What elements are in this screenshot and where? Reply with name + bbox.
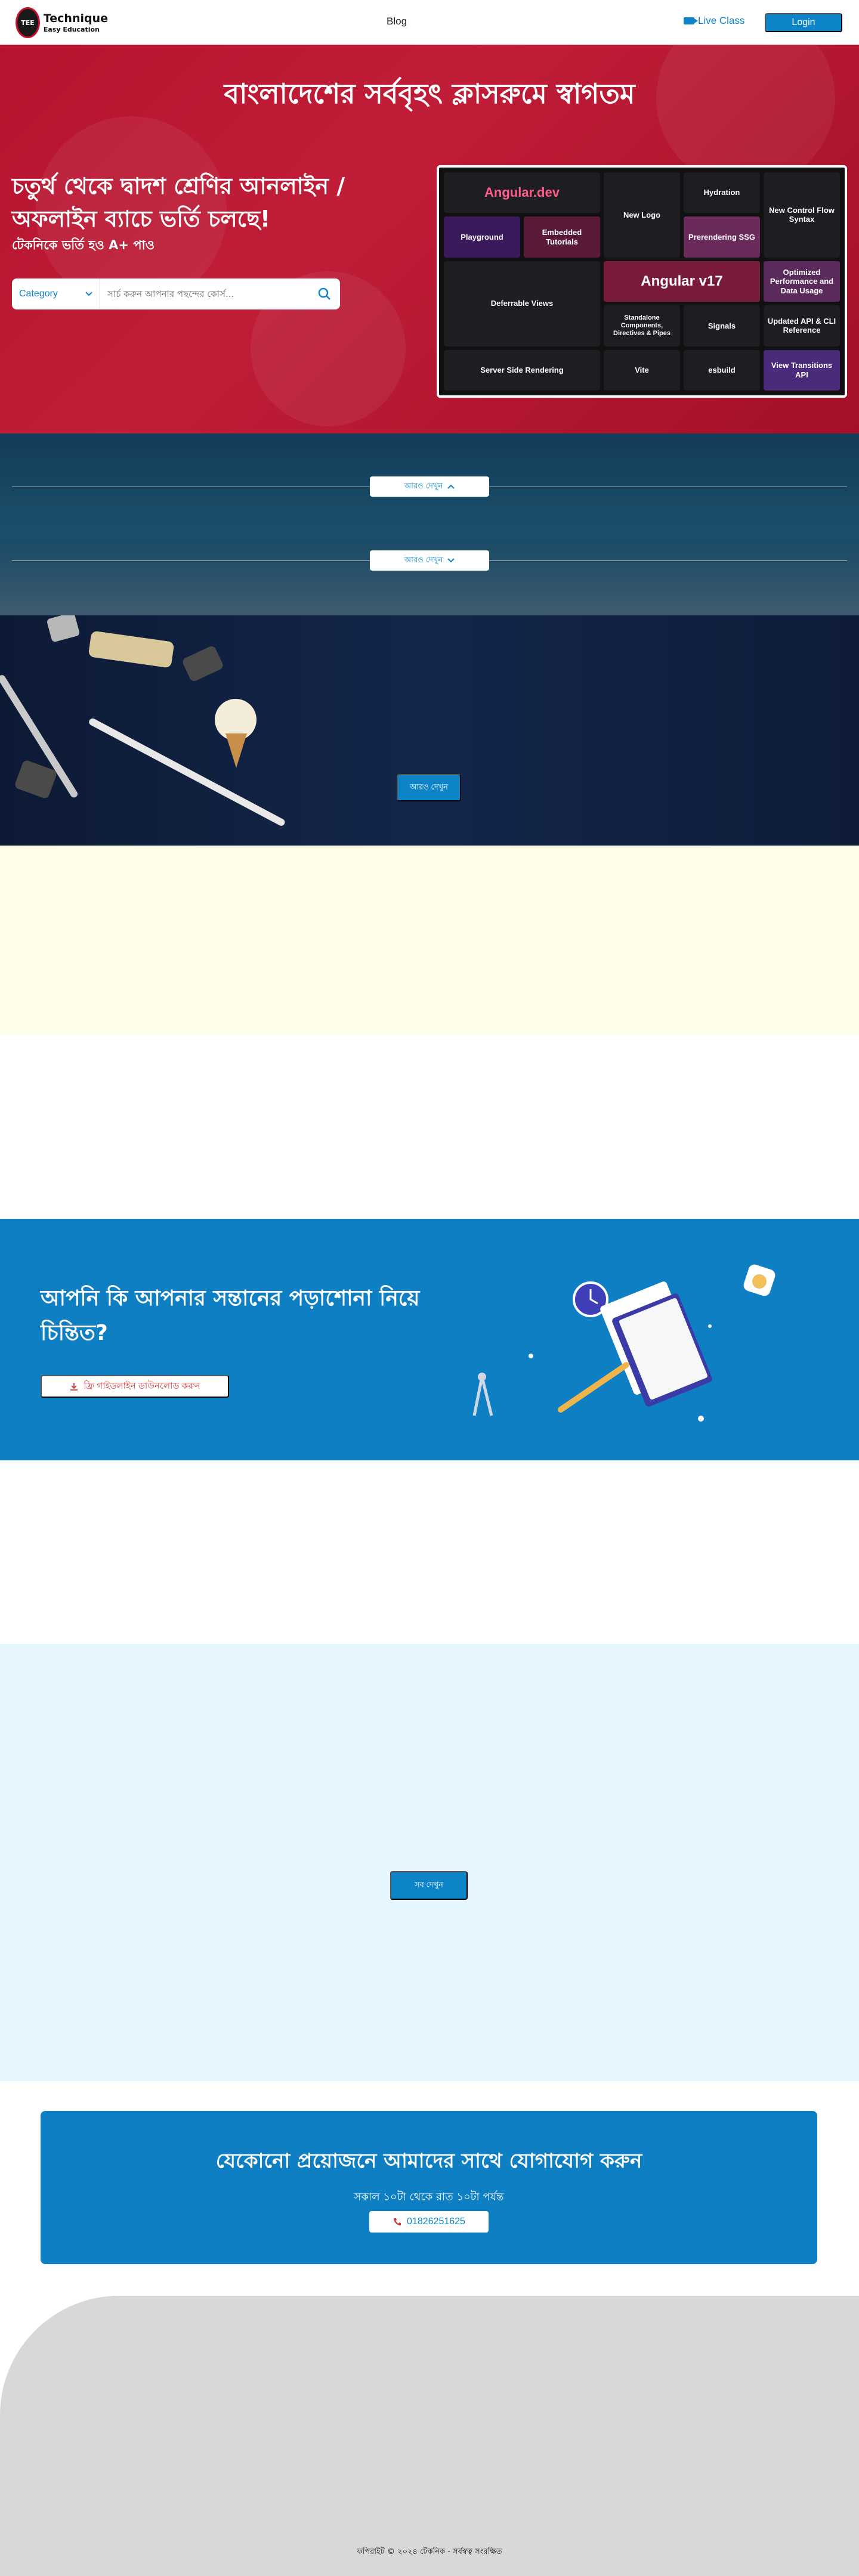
category-select[interactable]: Category xyxy=(12,278,100,309)
washi-tape-decoration xyxy=(88,630,175,668)
site-header: TEE Technique Easy Education Blog Live C… xyxy=(0,0,859,45)
image-tile: Server Side Rendering xyxy=(444,349,600,391)
logo-text: Technique Easy Education xyxy=(44,13,108,33)
image-tile: Updated API & CLI Reference xyxy=(764,305,840,346)
search-icon[interactable] xyxy=(309,278,340,309)
video-camera-icon xyxy=(684,17,698,24)
contact-subtitle: সকাল ১০টা থেকে রাত ১০টা পর্যন্ত xyxy=(354,2191,504,2203)
logo-subtitle: Easy Education xyxy=(43,25,100,33)
image-tile: New Logo xyxy=(604,172,680,258)
copyright-text: কপিরাইট © ২০২৪ টেকনিক - সর্বস্বত্ব সংরক্… xyxy=(357,2547,502,2556)
image-tile: Vite xyxy=(604,349,680,391)
hero-section: বাংলাদেশের সর্ববৃহৎ ক্লাসরুমে স্বাগতম চত… xyxy=(0,45,859,434)
binder-clip-decoration xyxy=(14,759,58,800)
image-tile: Prerendering SSG xyxy=(684,216,760,258)
hero-subheading: টেকনিকে ভর্তি হও A+ পাও xyxy=(12,238,155,252)
show-less-label: আরও দেখুন xyxy=(404,481,443,491)
hero-heading: চতুর্থ থেকে দ্বাদশ শ্রেণির আনলাইন / অফলা… xyxy=(12,173,345,233)
live-class-label: Live Class xyxy=(698,15,745,26)
hero-promo-image: Angular.dev New Logo Hydration New Contr… xyxy=(437,165,847,398)
sky-banner-section: আরও দেখুন আরও দেখুন xyxy=(0,434,859,615)
image-tile: New Control Flow Syntax xyxy=(764,172,840,258)
image-tile: Standalone Components, Directives & Pipe… xyxy=(604,305,680,346)
logo-mark-icon: TEE xyxy=(16,7,40,38)
contact-title: যেকোনো প্রয়োজনে আমাদের সাথে যোগাযোগ করু… xyxy=(215,2149,642,2173)
show-less-button[interactable]: আরও দেখুন xyxy=(370,476,489,497)
category-select-label: Category xyxy=(19,289,58,299)
site-footer: কপিরাইট © ২০২৪ টেকনিক - সর্বস্বত্ব সংরক্… xyxy=(0,2296,859,2576)
pencil-decoration xyxy=(88,717,286,828)
image-tile: Playground xyxy=(444,216,520,258)
image-tile: Embedded Tutorials xyxy=(524,216,600,258)
logo-title: Technique xyxy=(43,11,108,25)
image-tile: Angular v17 xyxy=(604,261,760,302)
search-input[interactable] xyxy=(100,278,309,309)
image-tile: Signals xyxy=(684,305,760,346)
phone-icon xyxy=(394,2218,401,2225)
binder-clip-decoration xyxy=(181,645,225,683)
phone-button[interactable]: 01826251625 xyxy=(369,2211,489,2233)
see-all-button[interactable]: সব দেখুন xyxy=(390,1871,468,1900)
guideline-banner: আপনি কি আপনার সন্তানের পড়াশোনা নিয়ে চি… xyxy=(0,1219,859,1460)
desk-banner-section: আরও দেখুন xyxy=(0,615,859,846)
image-tile: Angular.dev xyxy=(444,172,600,213)
course-search-bar: Category xyxy=(12,278,340,309)
ice-cream-cone-decoration xyxy=(225,733,247,768)
light-blue-section: সব দেখুন xyxy=(0,1644,859,2081)
logo[interactable]: TEE Technique Easy Education xyxy=(16,7,108,38)
chevron-down-icon xyxy=(447,558,455,563)
empty-cream-section xyxy=(0,846,859,1035)
hero-title: বাংলাদেশের সর্ববৃহৎ ক্লাসরুমে স্বাগতম xyxy=(224,78,635,110)
banner-heading: আপনি কি আপনার সন্তানের পড়াশোনা নিয়ে চি… xyxy=(41,1286,420,1345)
image-tile: Hydration xyxy=(684,172,760,213)
download-guideline-label: ফ্রি গাইডলাইন ডাউনলোড করুন xyxy=(84,1380,200,1391)
image-tile: Deferrable Views xyxy=(444,261,600,346)
show-more-button[interactable]: আরও দেখুন xyxy=(370,550,489,571)
phone-number: 01826251625 xyxy=(407,2216,465,2227)
download-icon xyxy=(70,1383,78,1391)
download-guideline-button[interactable]: ফ্রি গাইডলাইন ডাউনলোড করুন xyxy=(41,1375,229,1398)
show-more-label: আরও দেখুন xyxy=(404,555,443,565)
chevron-down-icon xyxy=(85,292,92,296)
image-tile: Optimized Performance and Data Usage xyxy=(764,261,840,302)
login-button[interactable]: Login xyxy=(765,13,842,32)
live-class-link[interactable]: Live Class xyxy=(684,15,744,27)
nav-blog-link[interactable]: Blog xyxy=(387,16,407,27)
study-illustration xyxy=(472,1264,775,1422)
chevron-up-icon xyxy=(447,484,455,489)
image-tile: View Transitions API xyxy=(764,349,840,391)
pencil-sharpener-decoration xyxy=(46,615,81,643)
see-more-button[interactable]: আরও দেখুন xyxy=(397,774,461,801)
contact-card: যেকোনো প্রয়োজনে আমাদের সাথে যোগাযোগ করু… xyxy=(41,2111,817,2264)
image-tile: esbuild xyxy=(684,349,760,391)
